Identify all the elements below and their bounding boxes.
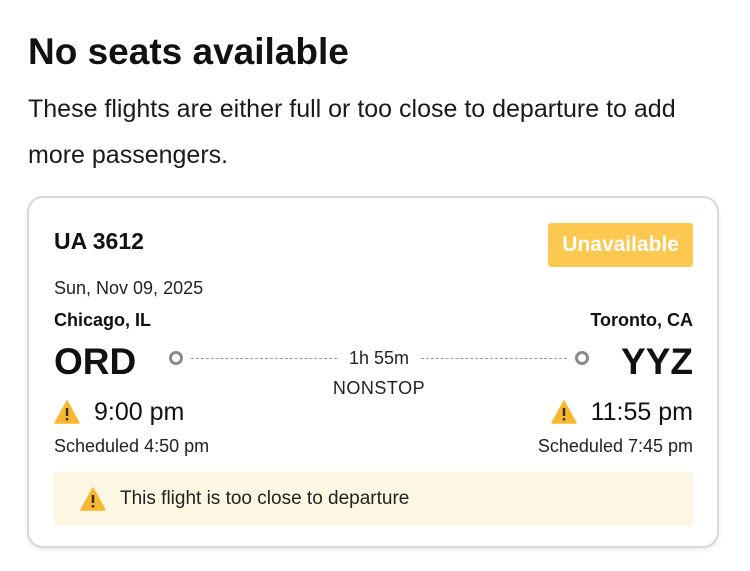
notice-text: This flight is too close to departure [120,488,410,509]
origin-airport-code: ORD [54,341,137,382]
origin-city: Chicago, IL [54,310,152,330]
route-dash-right [421,358,567,359]
destination-scheduled-time: Scheduled 7:45 pm [537,436,693,456]
origin-scheduled-time: Scheduled 4:50 pm [54,436,210,456]
warning-icon [54,400,80,424]
departure-notice: This flight is too close to departure [54,472,693,526]
destination-time: 11:55 pm [550,395,693,429]
flight-card[interactable]: UA 3612 Unavailable Sun, Nov 09, 2025 Ch… [27,196,719,548]
route-line: 1h 55m [169,348,589,372]
page-subtitle: These flights are either full or too clo… [28,95,676,169]
page-title: No seats available [28,31,349,72]
origin-time: 9:00 pm [54,395,184,429]
status-badge: Unavailable [548,223,693,267]
flight-date: Sun, Nov 09, 2025 [54,278,204,298]
warning-icon [80,487,106,511]
flight-number: UA 3612 [54,228,144,254]
origin-time-value: 9:00 pm [94,398,185,426]
page: No seats available These flights are eit… [0,0,750,571]
flight-stops: NONSTOP [332,378,426,398]
destination-marker-icon [575,351,589,365]
destination-airport-code: YYZ [621,341,693,382]
destination-city: Toronto, CA [590,310,693,330]
warning-icon [550,400,577,424]
destination-time-value: 11:55 pm [590,398,693,426]
